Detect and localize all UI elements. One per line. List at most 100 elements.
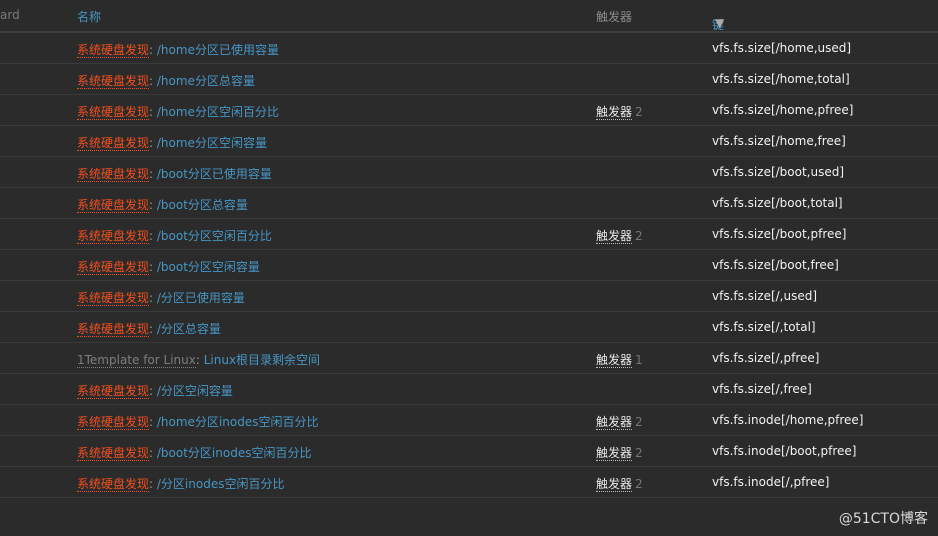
item-name-cell: 系统硬盘发现: /boot分区已使用容量 (77, 165, 272, 182)
item-name-cell: 系统硬盘发现: /home分区已使用容量 (77, 41, 279, 58)
item-trigger-link[interactable]: 触发器 (596, 477, 633, 492)
item-separator: : (149, 477, 157, 491)
item-trigger-link[interactable]: 触发器 (596, 229, 633, 244)
item-key-cell: vfs.fs.inode[/,pfree] (712, 475, 830, 489)
item-name-link[interactable]: /home分区空闲容量 (157, 136, 267, 150)
item-trigger-cell: 触发器 2 (596, 103, 643, 120)
item-name-link[interactable]: Linux根目录剩余空间 (204, 353, 320, 367)
item-separator: : (149, 415, 157, 429)
item-name-cell: 系统硬盘发现: /分区总容量 (77, 320, 221, 337)
table-row: 系统硬盘发现: /分区空闲容量 vfs.fs.size[/,free] (0, 374, 938, 405)
item-separator: : (149, 74, 157, 88)
item-name-link[interactable]: /分区inodes空闲百分比 (157, 477, 285, 491)
table-row: 系统硬盘发现: /boot分区空闲百分比 触发器 2 vfs.fs.size[/boo… (0, 219, 938, 250)
item-trigger-cell: 触发器 2 (596, 475, 643, 492)
item-name-link[interactable]: /boot分区总容量 (157, 198, 248, 212)
item-key-cell: vfs.fs.size[/boot,used] (712, 165, 845, 179)
table-row: 系统硬盘发现: /home分区总容量 vfs.fs.size[/home,tota… (0, 64, 938, 95)
item-separator: : (149, 446, 157, 460)
item-trigger-count: 2 (635, 446, 643, 460)
item-separator: : (149, 136, 157, 150)
item-trigger-count: 2 (635, 229, 643, 243)
item-separator: : (149, 43, 157, 57)
item-name-cell: 系统硬盘发现: /home分区inodes空闲百分比 (77, 413, 318, 430)
item-key-cell: vfs.fs.size[/home,total] (712, 72, 850, 86)
table-row: 系统硬盘发现: /home分区已使用容量 vfs.fs.size[/home,us… (0, 33, 938, 64)
item-prefix-link[interactable]: 系统硬盘发现 (77, 74, 150, 89)
column-header-name[interactable]: 名称 (77, 8, 101, 25)
item-name-link[interactable]: /home分区inodes空闲百分比 (157, 415, 319, 429)
item-separator: : (149, 322, 157, 336)
item-trigger-count: 2 (635, 477, 643, 491)
item-trigger-cell: 触发器 2 (596, 444, 643, 461)
item-name-cell: 系统硬盘发现: /home分区空闲百分比 (77, 103, 279, 120)
item-name-link[interactable]: /home分区已使用容量 (157, 43, 279, 57)
item-key-cell: vfs.fs.size[/,pfree] (712, 351, 820, 365)
item-name-link[interactable]: /分区已使用容量 (157, 291, 245, 305)
item-name-link[interactable]: /home分区空闲百分比 (157, 105, 279, 119)
table-row: 系统硬盘发现: /home分区空闲容量 vfs.fs.size[/home,fre… (0, 126, 938, 157)
item-prefix-link[interactable]: 系统硬盘发现 (77, 43, 150, 58)
item-separator: : (149, 167, 157, 181)
item-prefix-link[interactable]: 系统硬盘发现 (77, 105, 150, 120)
item-prefix-link[interactable]: 系统硬盘发现 (77, 198, 150, 213)
item-name-cell: 系统硬盘发现: /boot分区空闲百分比 (77, 227, 272, 244)
item-name-link[interactable]: /boot分区已使用容量 (157, 167, 272, 181)
item-name-cell: 系统硬盘发现: /boot分区空闲容量 (77, 258, 260, 275)
item-key-cell: vfs.fs.inode[/boot,pfree] (712, 444, 857, 458)
item-trigger-count: 1 (635, 353, 643, 367)
item-prefix-link[interactable]: 1Template for Linux (77, 353, 196, 368)
table-row: 系统硬盘发现: /分区总容量 vfs.fs.size[/,total] (0, 312, 938, 343)
table-row: 系统硬盘发现: /boot分区已使用容量 vfs.fs.size[/boot,us… (0, 157, 938, 188)
footer-area (0, 500, 938, 536)
column-header-triggers: 触发器 (596, 10, 633, 24)
item-prefix-link[interactable]: 系统硬盘发现 (77, 260, 150, 275)
item-name-link[interactable]: /home分区总容量 (157, 74, 255, 88)
item-separator: : (149, 260, 157, 274)
item-key-cell: vfs.fs.size[/boot,total] (712, 196, 843, 210)
item-prefix-link[interactable]: 系统硬盘发现 (77, 291, 150, 306)
item-trigger-link[interactable]: 触发器 (596, 415, 633, 430)
watermark: @51CTO博客 (838, 511, 928, 527)
item-name-link[interactable]: /分区总容量 (157, 322, 221, 336)
item-name-cell: 系统硬盘发现: /home分区空闲容量 (77, 134, 267, 151)
item-prefix-link[interactable]: 系统硬盘发现 (77, 477, 150, 492)
item-prefix-link[interactable]: 系统硬盘发现 (77, 136, 150, 151)
items-table: ard 名称 触发器 键值▼ 系统硬盘发现: /home分区已使用容量 vfs.f… (0, 0, 938, 498)
table-row: 系统硬盘发现: /home分区inodes空闲百分比 触发器 2 vfs.fs.ino… (0, 405, 938, 436)
item-name-cell: 系统硬盘发现: /分区已使用容量 (77, 289, 245, 306)
item-trigger-cell: 触发器 2 (596, 413, 643, 430)
item-trigger-link[interactable]: 触发器 (596, 105, 633, 120)
item-name-link[interactable]: /boot分区空闲百分比 (157, 229, 272, 243)
item-name-cell: 系统硬盘发现: /分区空闲容量 (77, 382, 233, 399)
triangle-down-icon: ▼ (715, 16, 725, 30)
item-trigger-count: 2 (635, 415, 643, 429)
item-key-cell: vfs.fs.size[/home,free] (712, 134, 846, 148)
item-trigger-link[interactable]: 触发器 (596, 353, 633, 368)
item-key-cell: vfs.fs.size[/home,used] (712, 41, 852, 55)
item-trigger-cell: 触发器 1 (596, 351, 643, 368)
item-name-link[interactable]: /分区空闲容量 (157, 384, 233, 398)
item-name-link[interactable]: /boot分区空闲容量 (157, 260, 260, 274)
item-prefix-link[interactable]: 系统硬盘发现 (77, 415, 150, 430)
item-key-cell: vfs.fs.size[/home,pfree] (712, 103, 854, 117)
item-key-cell: vfs.fs.size[/boot,pfree] (712, 227, 847, 241)
item-name-cell: 系统硬盘发现: /boot分区总容量 (77, 196, 248, 213)
item-separator: : (149, 229, 157, 243)
item-name-cell: 1Template for Linux: Linux根目录剩余空间 (77, 351, 320, 368)
item-key-cell: vfs.fs.inode[/home,pfree] (712, 413, 864, 427)
item-separator: : (149, 198, 157, 212)
item-prefix-link[interactable]: 系统硬盘发现 (77, 384, 150, 399)
item-prefix-link[interactable]: 系统硬盘发现 (77, 229, 150, 244)
item-key-cell: vfs.fs.size[/,used] (712, 289, 818, 303)
item-prefix-link[interactable]: 系统硬盘发现 (77, 322, 150, 337)
item-separator: : (195, 353, 204, 367)
item-name-link[interactable]: /boot分区inodes空闲百分比 (157, 446, 312, 460)
column-header-truncated[interactable]: ard (0, 8, 20, 22)
item-separator: : (149, 384, 157, 398)
item-trigger-count: 2 (635, 105, 643, 119)
item-prefix-link[interactable]: 系统硬盘发现 (77, 446, 150, 461)
item-trigger-link[interactable]: 触发器 (596, 446, 633, 461)
item-prefix-link[interactable]: 系统硬盘发现 (77, 167, 150, 182)
table-row: 系统硬盘发现: /boot分区inodes空闲百分比 触发器 2 vfs.fs.ino… (0, 436, 938, 467)
